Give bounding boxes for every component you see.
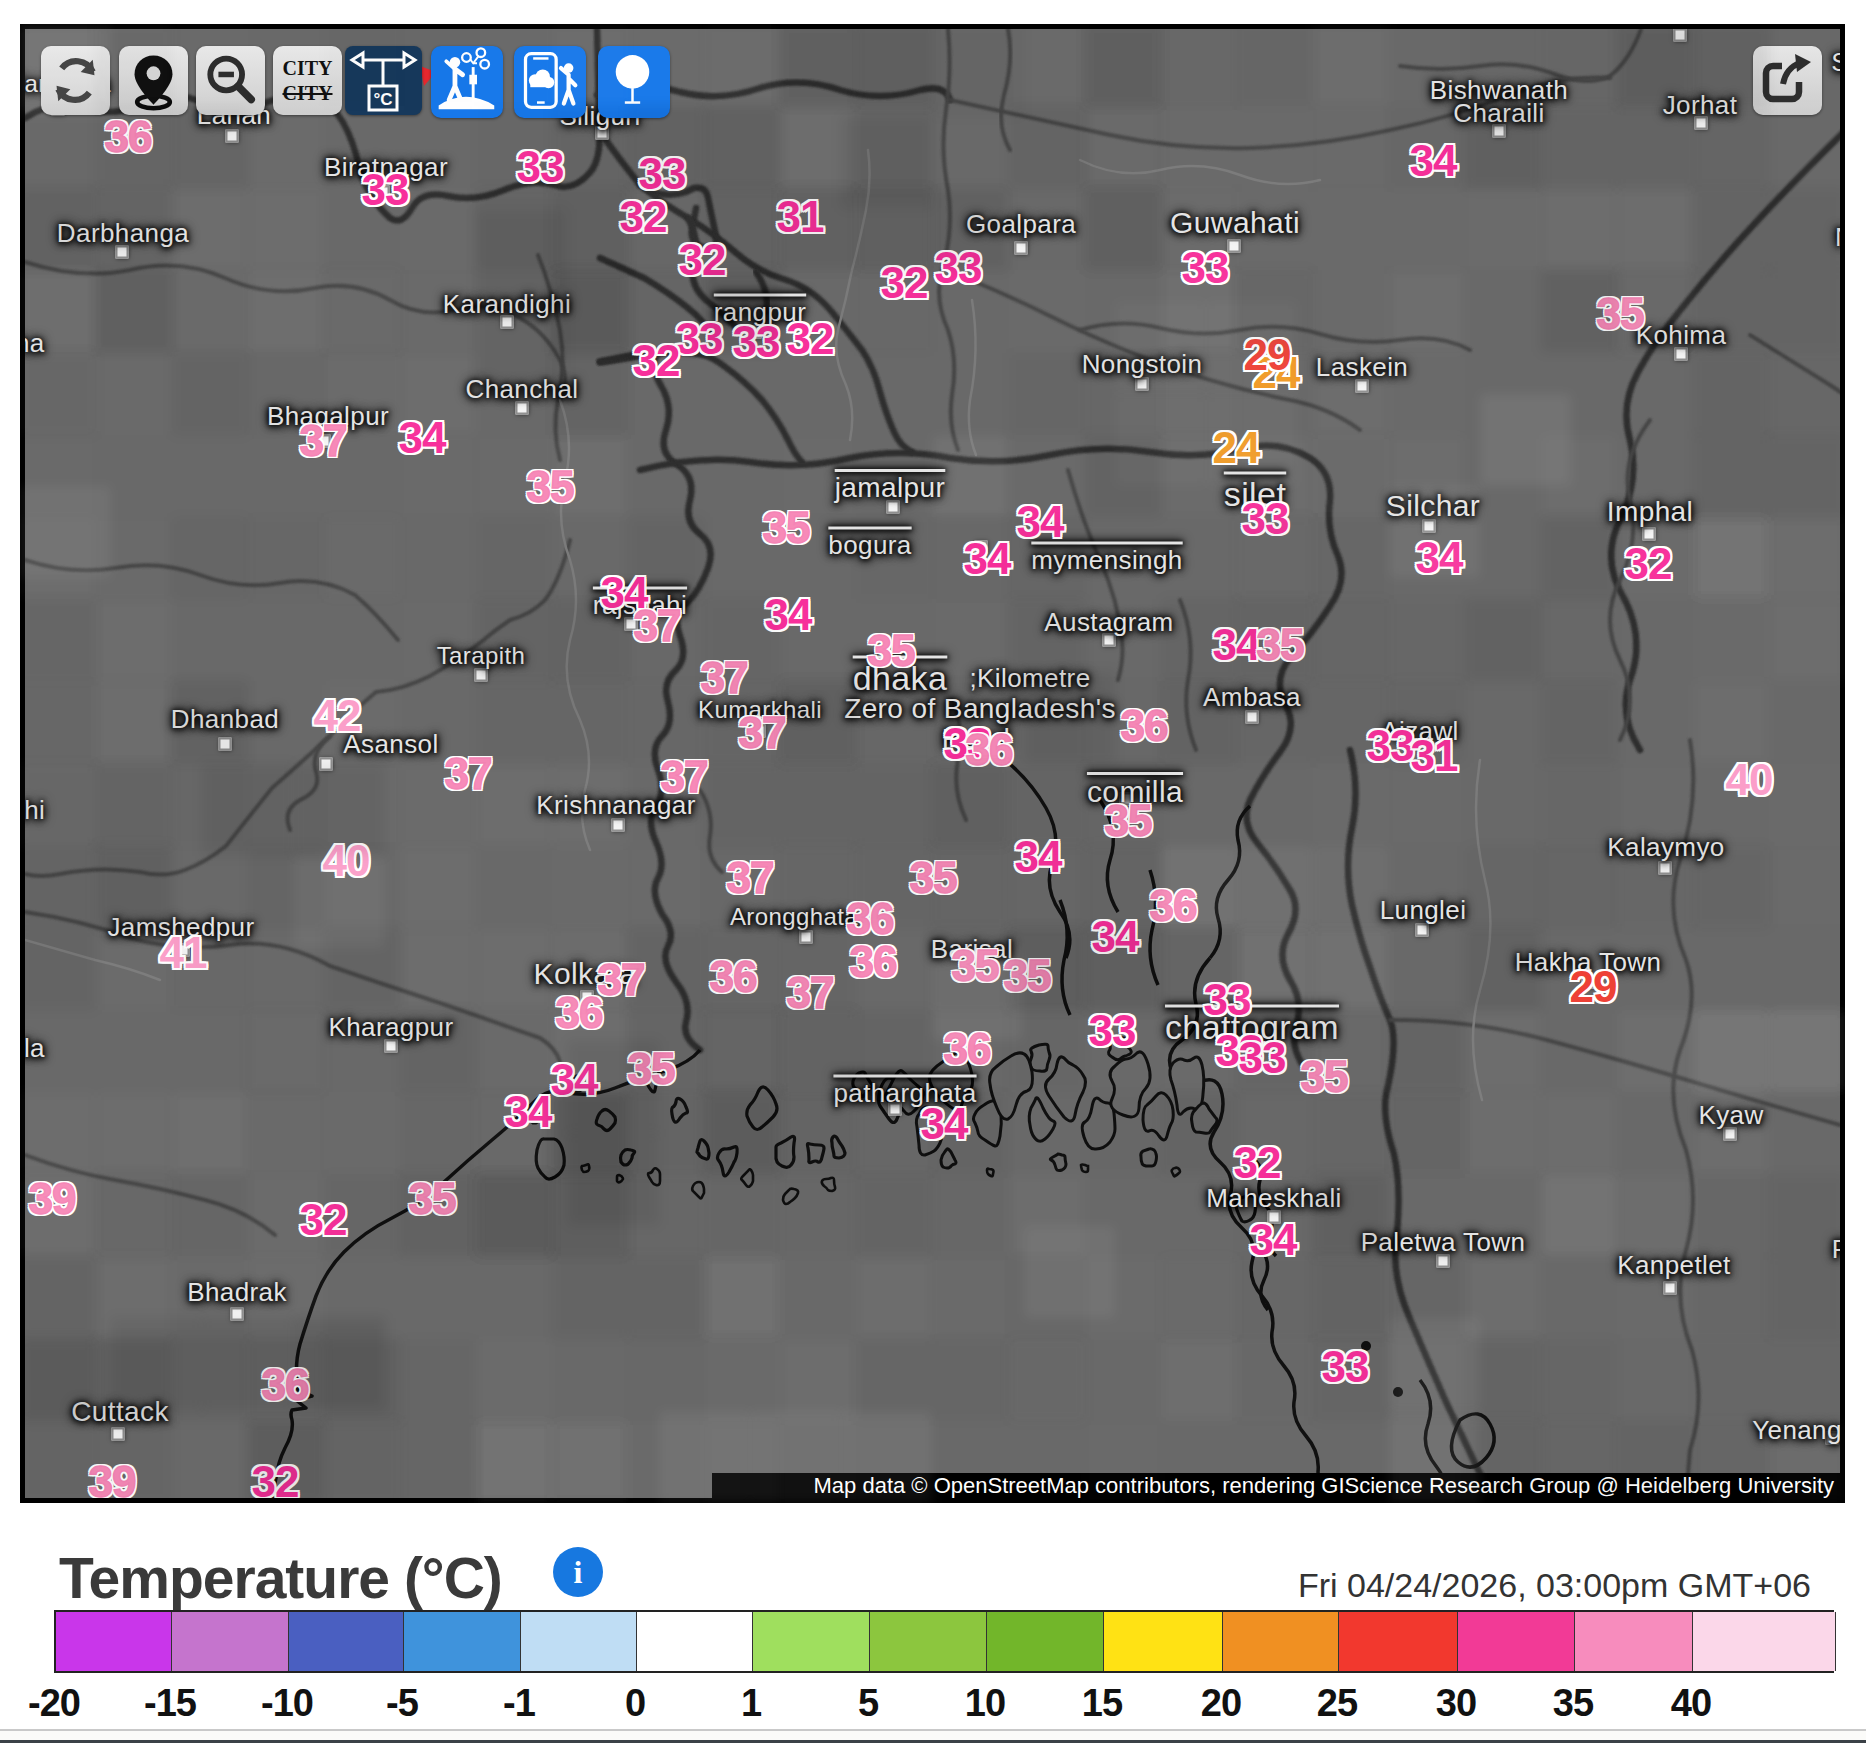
svg-text:°C: °C	[373, 90, 392, 109]
